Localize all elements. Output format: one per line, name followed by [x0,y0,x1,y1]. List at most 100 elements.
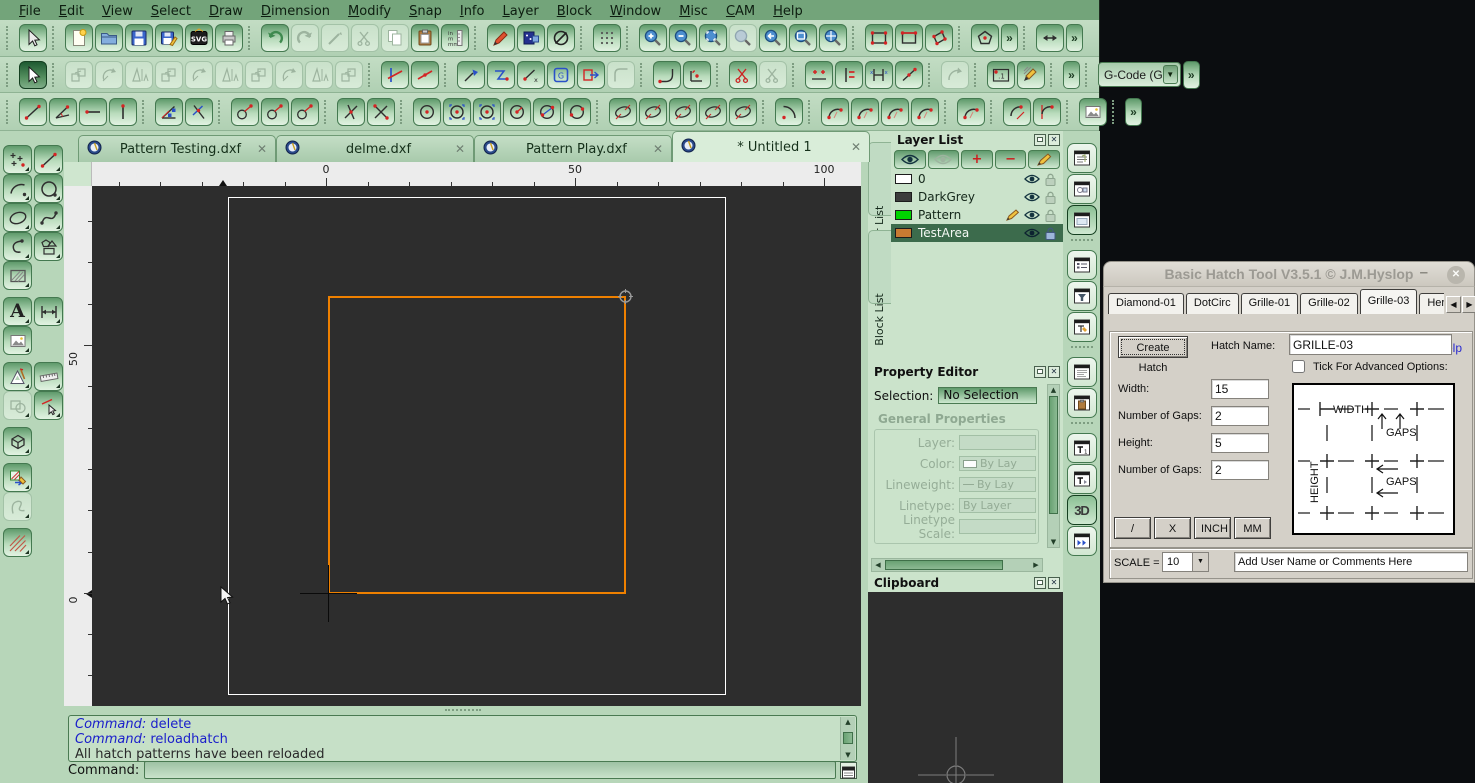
scroll-down-icon[interactable]: ▼ [841,750,855,760]
tab-herringbone[interactable]: Herringbo [1419,293,1444,314]
layer-row-testarea[interactable]: TestArea [891,224,1063,242]
selection-dropdown[interactable]: No Selection [938,387,1037,404]
measure-menu-button[interactable] [34,362,63,391]
dropdown-arrow-icon[interactable]: ▼ [1192,553,1208,571]
scroll-thumb[interactable] [885,560,1003,570]
layer-row-darkgrey[interactable]: DarkGrey [891,188,1063,206]
tab-pattern-play[interactable]: Pattern Play.dxf ✕ [474,135,672,162]
circle-center-point-button[interactable] [413,98,441,126]
command-widget-handle[interactable] [445,709,481,711]
scroll-up-icon[interactable]: ▲ [841,717,855,727]
solids-menu-button[interactable] [3,427,32,456]
snap-distance-button[interactable] [895,61,923,89]
layer-row-pattern[interactable]: Pattern [891,206,1063,224]
ellipse-quadrant-button[interactable] [699,98,727,126]
circle-two-points-radius-button[interactable] [473,98,501,126]
add-layer-button[interactable]: + [961,150,993,169]
mm-unit-button[interactable]: MM [1234,517,1271,539]
command-input[interactable] [144,761,836,779]
circle-center-radius-button[interactable] [503,98,531,126]
comment-input[interactable] [1234,552,1468,572]
shapes-menu-button[interactable] [34,232,63,261]
delete-button[interactable]: x [517,61,545,89]
zoom-auto-button[interactable] [699,24,727,52]
divide-unit-button[interactable]: / [1114,517,1151,539]
float-panel-icon[interactable] [1034,577,1046,589]
snap-endpoint-button[interactable] [835,61,863,89]
more-cam-tools-button[interactable]: » [1183,61,1200,89]
tab-untitled-1[interactable]: * Untitled 1 ✕ [672,131,870,162]
dock-selection-filter-button[interactable] [1067,281,1097,311]
dock-clipboard-button[interactable] [1067,388,1097,418]
dock-command-history-button[interactable] [1067,357,1097,387]
hatch-edit-button[interactable] [1017,61,1045,89]
trim-button[interactable] [381,61,409,89]
height-input[interactable] [1211,433,1269,453]
layer-visible-eye-icon[interactable] [1023,174,1040,184]
remove-layer-button[interactable]: − [995,150,1027,169]
testarea-rectangle-entity[interactable] [328,296,626,594]
ellipse-axis-button[interactable] [639,98,667,126]
tab-scroll-right-icon[interactable]: ▶ [1462,296,1475,313]
zoom-pan-button[interactable] [819,24,847,52]
tab-delme[interactable]: delme.dxf ✕ [276,135,474,162]
arc-three-points-button[interactable] [821,98,849,126]
dock-font-toolbar-button[interactable]: 1 [1067,433,1097,463]
fillet-button[interactable] [653,61,681,89]
print-preview-button[interactable] [215,24,243,52]
hatch-name-input[interactable] [1289,334,1452,355]
save-as-button[interactable] [155,24,183,52]
layer-color-swatch[interactable] [895,192,912,202]
circles-menu-button[interactable] [34,174,63,203]
line-tangent-point-button[interactable] [231,98,259,126]
image-menu-button[interactable] [3,326,32,355]
close-panel-icon[interactable]: ✕ [1048,134,1060,146]
scroll-left-icon[interactable]: ◀ [872,561,884,569]
line-horizontal-button[interactable] [79,98,107,126]
cross-lines-2-button[interactable] [367,98,395,126]
tab-grille-02[interactable]: Grille-02 [1300,293,1358,314]
dock-layer-list-button[interactable] [1067,143,1097,173]
explode-button[interactable] [577,61,605,89]
dock-more-panels-button[interactable] [1067,526,1097,556]
lengthen-button[interactable] [457,61,485,89]
hatch-menu-button[interactable] [3,261,32,290]
tab-dotcirc[interactable]: DotCirc [1186,293,1239,314]
layer-lock-icon[interactable] [1042,209,1059,222]
ellipse-center-button[interactable] [609,98,637,126]
line-bisector-button[interactable] [155,98,183,126]
layer-edit-pencil-icon[interactable] [1004,209,1021,221]
more-polygon-tools-button[interactable]: » [1001,24,1018,52]
ellipses-menu-button[interactable] [3,203,32,232]
arcs-menu-button[interactable] [3,174,32,203]
polylines-menu-button[interactable] [3,232,32,261]
tab-pattern-testing[interactable]: Pattern Testing.dxf ✕ [78,135,276,162]
dock-3d-view-button[interactable]: 3D [1067,495,1097,525]
rectangle-3pt-tool-button[interactable] [925,24,953,52]
splines-menu-button[interactable] [34,203,63,232]
side-tab-layer-list[interactable]: Layer List [868,142,891,216]
save-button[interactable] [125,24,153,52]
stretch-handles-button[interactable] [805,61,833,89]
trim-two-button[interactable] [411,61,439,89]
gaps-height-input[interactable] [1211,460,1269,480]
paste-button[interactable] [411,24,439,52]
history-scrollbar[interactable]: ▲ ▼ [840,717,855,760]
cam-postprocessor-select[interactable]: G-Code (G▼ [1098,62,1181,87]
line-angle-button[interactable] [49,98,77,126]
width-input[interactable] [1211,379,1269,399]
tab-scroll-left-icon[interactable]: ◀ [1446,296,1461,313]
float-panel-icon[interactable] [1034,366,1046,378]
hatch-lines-button[interactable] [3,528,32,557]
tab-close-icon[interactable]: ✕ [455,142,465,156]
zoom-in-button[interactable] [639,24,667,52]
select-tool-button[interactable] [19,24,47,52]
keyboard-toggle-button[interactable] [840,762,857,779]
close-panel-icon[interactable]: ✕ [1048,366,1060,378]
points-menu-button[interactable] [3,145,32,174]
rectangle-2pt-tool-button[interactable] [895,24,923,52]
dock-pen-palette-button[interactable] [1067,312,1097,342]
scale-dropdown[interactable]: 10 ▼ [1162,552,1209,572]
arc-chord-button[interactable] [881,98,909,126]
line-tangent-circles-button[interactable] [261,98,289,126]
